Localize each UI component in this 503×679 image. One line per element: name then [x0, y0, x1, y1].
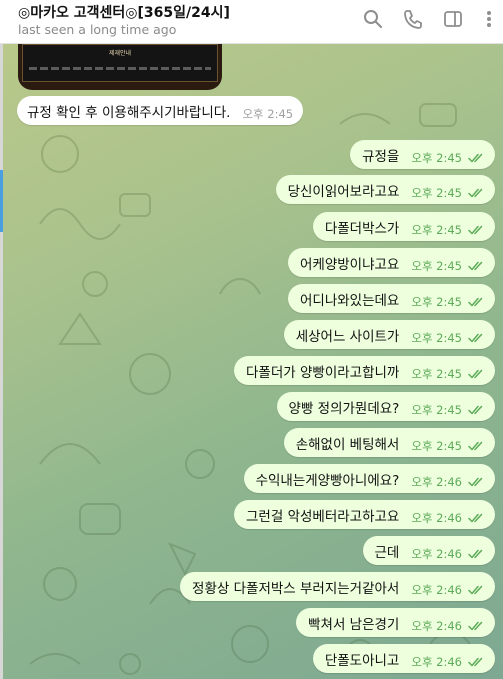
message-text: 세상어느 사이트가	[295, 328, 400, 345]
message-time: 오후 2:45	[411, 366, 462, 381]
read-receipt-icon	[468, 261, 483, 270]
message-time: 오후 2:46	[411, 474, 462, 489]
read-receipt-icon	[468, 333, 483, 342]
outgoing-message[interactable]: 근데 오후 2:46	[362, 536, 495, 565]
read-receipt-icon	[468, 657, 483, 666]
message-text: 양빵 정의가뭔데요?	[288, 400, 400, 417]
outgoing-message[interactable]: 그런걸 악성베터라고하고요 오후 2:46	[234, 500, 495, 529]
message-time: 오후 2:46	[411, 510, 462, 525]
image-frame: 제재안내	[22, 44, 218, 82]
message-text: 다폴더가 양빵이라고합니까	[246, 364, 400, 381]
message-text: 다폴더박스가	[324, 220, 400, 237]
chat-title[interactable]: ◎마카오 고객센터◎[365일/24시]	[18, 2, 230, 22]
outgoing-message[interactable]: 세상어느 사이트가 오후 2:45	[283, 320, 495, 349]
read-receipt-icon	[468, 513, 483, 522]
message-text: 수익내는게양빵아니에요?	[255, 472, 400, 489]
read-receipt-icon	[468, 188, 483, 197]
message-time: 오후 2:46	[411, 618, 462, 633]
message-time: 오후 2:45	[411, 150, 462, 165]
outgoing-message[interactable]: 빡쳐서 남은경기 오후 2:46	[296, 608, 495, 637]
message-time: 오후 2:45	[411, 294, 462, 309]
last-seen-status: last seen a long time ago	[18, 22, 177, 37]
message-time: 오후 2:45	[411, 258, 462, 273]
image-fine-print	[29, 67, 211, 70]
search-icon[interactable]	[362, 8, 384, 30]
message-time: 오후 2:45	[411, 222, 462, 237]
outgoing-message[interactable]: 다폴더박스가 오후 2:45	[312, 212, 495, 241]
read-receipt-icon	[468, 153, 483, 162]
message-list[interactable]: 제재안내 규정 확인 후 이용해주시기바랍니다. 오후 2:45 규정을 오후 2:4…	[0, 44, 503, 679]
message-text: 손해없이 베팅해서	[295, 436, 400, 453]
read-receipt-icon	[468, 225, 483, 234]
message-text: 어케양방이냐고요	[299, 256, 400, 273]
message-time: 오후 2:45	[411, 402, 462, 417]
outgoing-message[interactable]: 다폴더가 양빵이라고합니까 오후 2:45	[234, 356, 495, 385]
read-receipt-icon	[468, 621, 483, 630]
message-text: 근데	[374, 544, 400, 561]
message-time: 오후 2:46	[411, 582, 462, 597]
sidebar-toggle-icon[interactable]	[442, 8, 464, 30]
outgoing-message[interactable]: 정황상 다폴저박스 부러지는거같아서 오후 2:46	[180, 572, 495, 601]
message-time: 오후 2:45	[411, 330, 462, 345]
image-attachment[interactable]: 제재안내	[18, 44, 222, 90]
more-options-icon[interactable]	[478, 8, 496, 30]
message-time: 오후 2:46	[411, 654, 462, 669]
message-text: 당신이읽어보라고요	[287, 183, 400, 200]
message-text: 규정을	[362, 148, 400, 165]
outgoing-message[interactable]: 수익내는게양빵아니에요? 오후 2:46	[243, 464, 495, 493]
outgoing-message[interactable]: 규정을 오후 2:45	[350, 140, 495, 169]
outgoing-message[interactable]: 손해없이 베팅해서 오후 2:45	[283, 428, 495, 457]
chat-header: ◎마카오 고객센터◎[365일/24시] last seen a long ti…	[0, 0, 503, 44]
message-text: 규정 확인 후 이용해주시기바랍니다.	[27, 104, 231, 121]
read-receipt-icon	[468, 369, 483, 378]
message-time: 오후 2:45	[242, 106, 294, 121]
message-time: 오후 2:45	[411, 185, 462, 200]
message-time: 오후 2:46	[411, 546, 462, 561]
read-receipt-icon	[468, 405, 483, 414]
read-receipt-icon	[468, 441, 483, 450]
outgoing-message[interactable]: 단폴도아니고 오후 2:46	[312, 644, 495, 673]
message-time: 오후 2:45	[411, 438, 462, 453]
read-receipt-icon	[468, 297, 483, 306]
message-text: 단폴도아니고	[324, 652, 400, 669]
message-text: 그런걸 악성베터라고하고요	[246, 508, 400, 525]
read-receipt-icon	[468, 585, 483, 594]
left-border	[0, 44, 3, 679]
incoming-message[interactable]: 규정 확인 후 이용해주시기바랍니다. 오후 2:45	[17, 96, 304, 125]
read-receipt-icon	[468, 477, 483, 486]
read-receipt-icon	[468, 549, 483, 558]
image-caption: 제재안내	[108, 50, 132, 57]
outgoing-message[interactable]: 어디나와있는데요 오후 2:45	[287, 284, 495, 313]
phone-call-icon[interactable]	[402, 8, 424, 30]
outgoing-message[interactable]: 당신이읽어보라고요 오후 2:45	[275, 175, 495, 204]
outgoing-message[interactable]: 양빵 정의가뭔데요? 오후 2:45	[276, 392, 495, 421]
scroll-indicator[interactable]	[0, 170, 3, 232]
message-text: 정황상 다폴저박스 부러지는거같아서	[192, 580, 400, 597]
outgoing-message[interactable]: 어케양방이냐고요 오후 2:45	[287, 248, 495, 277]
message-text: 어디나와있는데요	[299, 292, 400, 309]
message-text: 빡쳐서 남은경기	[308, 616, 400, 633]
